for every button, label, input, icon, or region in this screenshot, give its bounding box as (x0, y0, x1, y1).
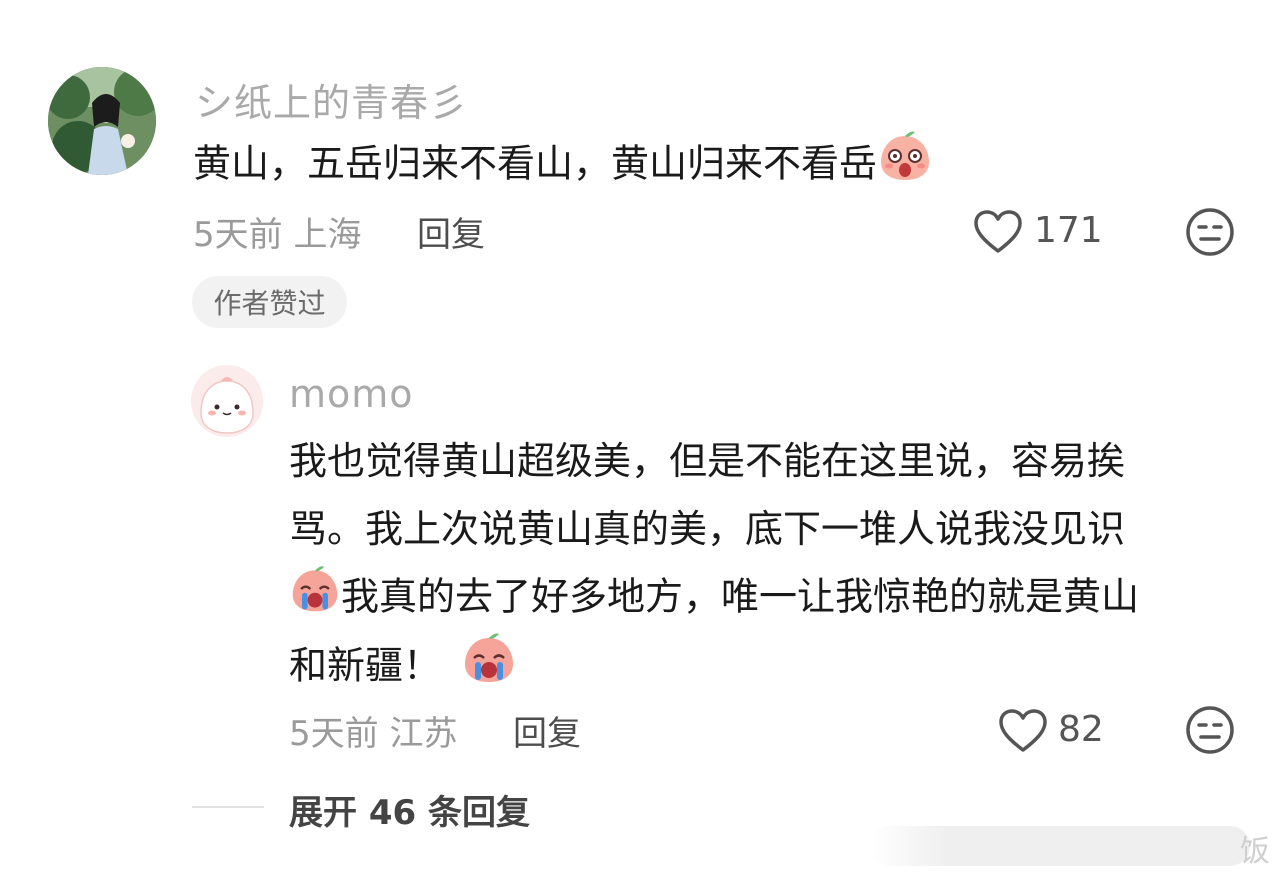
reply-text-line-4: 和新疆！ (289, 643, 442, 688)
watermark-text: 饭 (1240, 834, 1270, 869)
reply-user-avatar[interactable] (191, 365, 263, 437)
heart-outline-icon[interactable] (997, 706, 1049, 756)
reply-text-line-3-row: 我真的去了好多地方，唯一让我惊艳的就是黄山 (289, 563, 1139, 635)
expand-replies-button[interactable]: 展开 46 条回复 (289, 785, 530, 834)
reply-reply-button[interactable]: 回复 (513, 706, 581, 755)
avatar-cartoon (191, 365, 263, 437)
surprised-peach-emoji (877, 128, 933, 204)
comment-username[interactable]: シ纸上的青春彡 (195, 72, 468, 127)
comment-text-row: 黄山，五岳归来不看山，黄山归来不看岳 (193, 128, 933, 204)
reply-text-line-4-row: 和新疆！ (289, 630, 517, 706)
reply-text-line-2: 骂。我上次说黄山真的美，底下一堆人说我没见识 (289, 507, 1126, 551)
meh-face-icon[interactable] (1184, 704, 1236, 756)
author-liked-badge: 作者赞过 (192, 276, 347, 328)
comment-time: 5天前 (193, 215, 283, 255)
crying-peach-emoji-end (461, 630, 517, 706)
watermark-bar (870, 826, 1250, 866)
comment-like-count: 171 (1034, 210, 1103, 251)
crying-peach-emoji (289, 563, 341, 635)
comment-reply-button[interactable]: 回复 (417, 207, 485, 256)
reply-time: 5天前 (289, 714, 379, 754)
user-avatar[interactable] (48, 67, 156, 175)
reply-location: 江苏 (389, 714, 458, 754)
reply-like-count: 82 (1058, 709, 1104, 750)
reply-username[interactable]: momo (289, 372, 414, 416)
meh-face-icon[interactable] (1184, 206, 1236, 258)
comment-location: 上海 (293, 215, 362, 255)
comment-meta: 5天前 上海 (193, 207, 361, 256)
avatar-photo (48, 67, 156, 175)
expand-divider (192, 806, 264, 808)
comment-text: 黄山，五岳归来不看山，黄山归来不看岳 (193, 141, 878, 186)
reply-meta: 5天前 江苏 (289, 706, 457, 755)
reply-text-line-3: 我真的去了好多地方，唯一让我惊艳的就是黄山 (341, 574, 1140, 619)
reply-text-line-1: 我也觉得黄山超级美，但是不能在这里说，容易挨 (289, 439, 1126, 483)
heart-outline-icon[interactable] (972, 207, 1024, 257)
